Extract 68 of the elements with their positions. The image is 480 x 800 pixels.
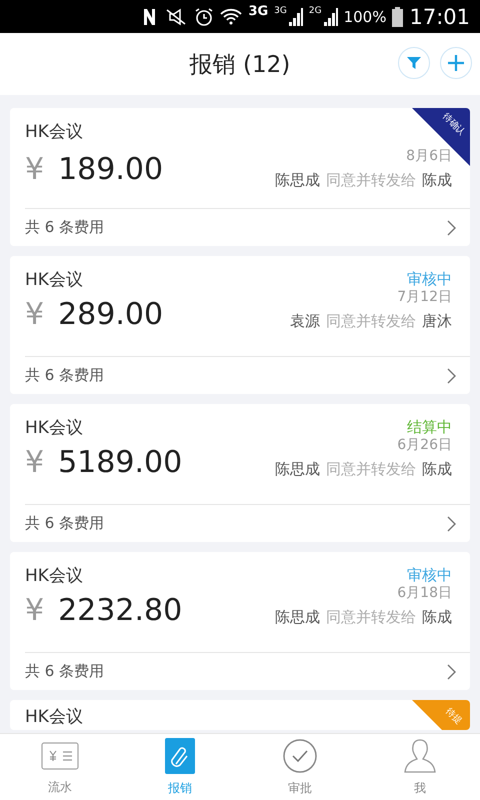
status-label: 结算中: [407, 418, 452, 437]
expense-card[interactable]: HK会议 待提: [10, 700, 470, 730]
expense-card[interactable]: HK会议 审核中 ¥ 2232.80 6月18日 陈思成 同意并转发给 陈成 共 6 条费用: [10, 552, 470, 690]
chevron-right-icon: [447, 368, 456, 384]
filter-icon: [407, 56, 421, 70]
action-text: 同意并转发给: [326, 312, 416, 331]
currency-sign: ¥: [25, 152, 44, 187]
clock: 17:01: [409, 4, 470, 28]
expense-count: 共 6 条费用: [25, 662, 104, 681]
signal-icon: [288, 8, 303, 26]
card-title: HK会议: [25, 417, 83, 439]
card-title: HK会议: [25, 121, 83, 143]
sender-name: 袁源: [290, 312, 320, 331]
recipient-name: 唐沐: [422, 312, 452, 331]
check-circle-icon: [282, 738, 318, 774]
wifi-icon: [220, 6, 242, 26]
tab[interactable]: 审批: [240, 734, 360, 800]
battery-icon: [392, 6, 404, 26]
currency-sign: ¥: [25, 297, 44, 332]
action-text: 同意并转发给: [326, 460, 416, 479]
person-icon: [404, 738, 436, 774]
status-label: 审核中: [407, 566, 452, 585]
sender-name: 陈思成: [275, 608, 320, 627]
card-title: HK会议: [25, 565, 83, 587]
filter-button[interactable]: [398, 47, 430, 79]
currency-sign: ¥: [25, 593, 44, 628]
card-title: HK会议: [25, 269, 83, 291]
date: 8月6日: [406, 147, 452, 165]
network-type: 3G: [248, 4, 268, 19]
amount: 189.00: [58, 152, 164, 187]
sender-name: 陈思成: [275, 460, 320, 479]
expense-card[interactable]: HK会议 审核中 ¥ 289.00 7月12日 袁源 同意并转发给 唐沐 共 6 条费用: [10, 256, 470, 394]
recipient-name: 陈成: [422, 608, 452, 627]
signal-icon: [324, 8, 338, 26]
tab[interactable]: 我: [360, 734, 480, 800]
status-label: 待提: [443, 707, 463, 727]
date: 7月12日: [397, 288, 452, 306]
date: 6月18日: [397, 584, 452, 602]
alarm-icon: [194, 6, 214, 26]
status-label: 待确认: [440, 112, 466, 138]
recipient-name: 陈成: [422, 171, 452, 190]
expense-count: 共 6 条费用: [25, 218, 104, 237]
expense-count: 共 6 条费用: [25, 366, 104, 385]
card-title: HK会议: [25, 706, 83, 728]
amount: 289.00: [58, 297, 164, 332]
paperclip-icon: [165, 738, 195, 774]
action-text: 同意并转发给: [326, 608, 416, 627]
page-title: 报销 (12): [190, 50, 290, 80]
signal-type: 2G: [308, 6, 322, 16]
tab[interactable]: 流水: [0, 734, 120, 800]
status-label: 审核中: [407, 270, 452, 289]
sender-name: 陈思成: [275, 171, 320, 190]
signal-type: 3G: [274, 6, 287, 16]
recipient-name: 陈成: [422, 460, 452, 479]
amount: 5189.00: [58, 445, 182, 480]
expense-card[interactable]: HK会议 ¥ 189.00 8月6日 陈思成 同意并转发给 陈成 共 6 条费用 待确认: [10, 108, 470, 246]
currency-sign: ¥: [25, 445, 44, 480]
expense-count: 共 6 条费用: [25, 514, 104, 533]
amount: 2232.80: [58, 593, 182, 628]
expense-card[interactable]: HK会议 结算中 ¥ 5189.00 6月26日 陈思成 同意并转发给 陈成 共 6 条费用: [10, 404, 470, 542]
date: 6月26日: [397, 436, 452, 454]
chevron-right-icon: [447, 220, 456, 236]
action-text: 同意并转发给: [326, 171, 416, 190]
chevron-right-icon: [447, 516, 456, 532]
chevron-right-icon: [447, 664, 456, 680]
add-button[interactable]: [440, 47, 472, 79]
plus-icon: [447, 54, 465, 72]
battery-percent: 100%: [344, 8, 386, 26]
